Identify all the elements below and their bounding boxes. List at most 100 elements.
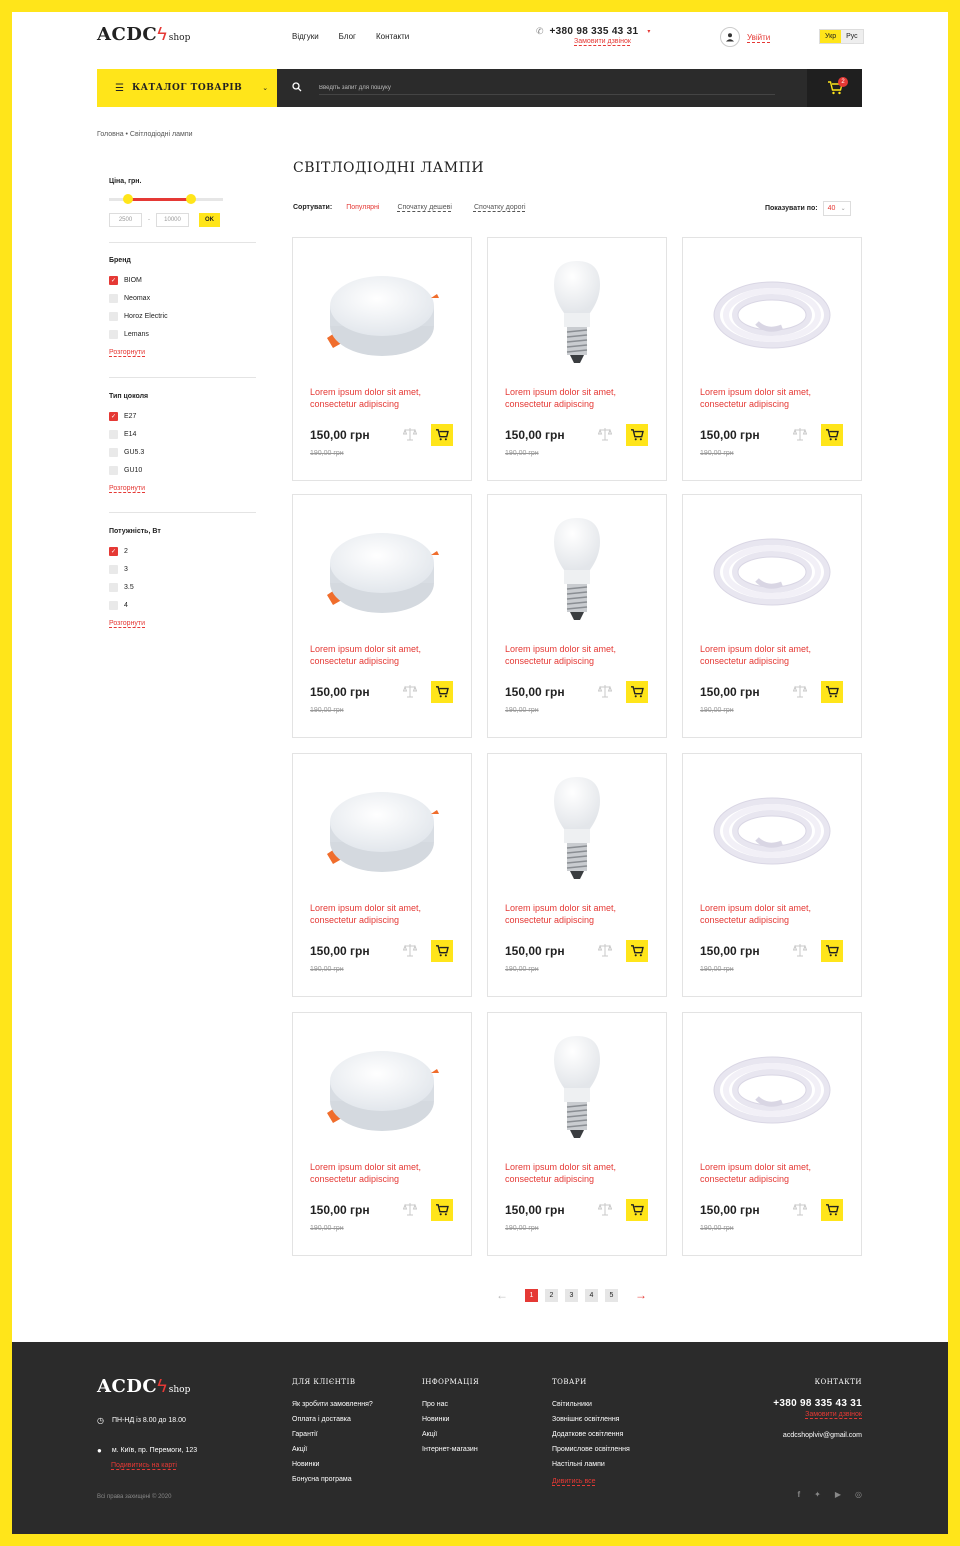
price-min-input[interactable]: 2500 [109,213,142,227]
filter-option[interactable]: GU5.3 [109,443,148,461]
filter-option[interactable]: GU10 [109,461,148,479]
footer-link[interactable]: Акції [292,1442,373,1457]
product-title[interactable]: Lorem ipsum dolor sit amet, consectetur … [310,386,460,410]
chevron-down-icon[interactable]: ▾ [647,28,650,35]
checkbox[interactable] [109,293,118,303]
search-icon[interactable] [292,79,302,97]
product-image[interactable] [683,507,861,637]
slider-handle-min[interactable] [123,194,133,204]
add-to-cart-button[interactable] [431,940,453,962]
page-1[interactable]: 1 [525,1288,538,1302]
price-ok-button[interactable]: OK [199,213,220,227]
product-card[interactable]: Lorem ipsum dolor sit amet, consectetur … [487,1012,667,1256]
product-title[interactable]: Lorem ipsum dolor sit amet, consectetur … [700,902,850,926]
product-title[interactable]: Lorem ipsum dolor sit amet, consectetur … [505,1161,655,1185]
checkbox[interactable] [109,582,118,592]
compare-icon[interactable] [792,684,808,698]
footer-link[interactable]: Про нас [422,1397,479,1412]
price-slider[interactable] [109,193,223,207]
compare-icon[interactable] [402,684,418,698]
footer-link[interactable]: Акції [422,1427,479,1442]
arrow-left-icon[interactable]: ← [496,1288,508,1302]
filter-option[interactable]: ✓ 2 [109,542,161,560]
filter-option[interactable]: 3 [109,560,161,578]
product-image[interactable] [488,1025,666,1155]
add-to-cart-button[interactable] [626,1199,648,1221]
sort-expensive-first[interactable]: Спочатку дорогі [474,204,526,211]
footer-link[interactable]: Як зробити замовлення? [292,1397,373,1412]
logo[interactable]: ACDC ϟ shop [97,24,190,45]
price-max-input[interactable]: 10000 [156,213,189,227]
product-title[interactable]: Lorem ipsum dolor sit amet, consectetur … [310,643,460,667]
add-to-cart-button[interactable] [821,940,843,962]
lang-ukr[interactable]: Укр [820,30,842,43]
breadcrumb[interactable]: Головна • Світлодіодні лампи [97,131,193,138]
compare-icon[interactable] [402,1202,418,1216]
filter-option[interactable]: Lemans [109,325,168,343]
footer-link[interactable]: Оплата і доставка [292,1412,373,1427]
slider-handle-max[interactable] [186,194,196,204]
footer-link[interactable]: Інтернет-магазин [422,1442,479,1457]
compare-icon[interactable] [597,1202,613,1216]
page-3[interactable]: 3 [565,1288,578,1302]
product-title[interactable]: Lorem ipsum dolor sit amet, consectetur … [505,643,655,667]
product-image[interactable] [293,507,471,637]
catalog-button[interactable]: ☰ КАТАЛОГ ТОВАРІВ ⌄ [97,69,277,107]
expand-link[interactable]: Розгорнути [109,485,148,492]
facebook-icon[interactable]: f [797,1490,800,1499]
page-4[interactable]: 4 [585,1288,598,1302]
footer-logo[interactable]: ACDC ϟ shop [97,1376,190,1397]
add-to-cart-button[interactable] [431,1199,453,1221]
checkbox[interactable] [109,429,118,439]
checkbox-checked-icon[interactable]: ✓ [109,275,118,285]
map-link[interactable]: Подивитись на карті [111,1462,177,1469]
compare-icon[interactable] [792,427,808,441]
add-to-cart-button[interactable] [626,681,648,703]
checkbox[interactable] [109,447,118,457]
sort-cheap-first[interactable]: Спочатку дешеві [397,204,452,211]
add-to-cart-button[interactable] [626,940,648,962]
arrow-right-icon[interactable]: → [635,1288,647,1302]
compare-icon[interactable] [402,427,418,441]
product-image[interactable] [293,250,471,380]
product-title[interactable]: Lorem ipsum dolor sit amet, consectetur … [505,386,655,410]
product-card[interactable]: Lorem ipsum dolor sit amet, consectetur … [682,753,862,997]
filter-option[interactable]: ✓ BIOM [109,271,168,289]
product-image[interactable] [293,766,471,896]
nav-blog[interactable]: Блог [339,32,356,41]
compare-icon[interactable] [597,427,613,441]
product-image[interactable] [683,250,861,380]
nav-contacts[interactable]: Контакти [376,32,409,41]
product-card[interactable]: Lorem ipsum dolor sit amet, consectetur … [292,753,472,997]
compare-icon[interactable] [597,943,613,957]
product-title[interactable]: Lorem ipsum dolor sit amet, consectetur … [310,1161,460,1185]
add-to-cart-button[interactable] [431,424,453,446]
compare-icon[interactable] [792,1202,808,1216]
product-title[interactable]: Lorem ipsum dolor sit amet, consectetur … [310,902,460,926]
product-card[interactable]: Lorem ipsum dolor sit amet, consectetur … [487,753,667,997]
login-link[interactable]: Увійти [747,33,770,42]
product-image[interactable] [293,1025,471,1155]
footer-link[interactable]: Новинки [422,1412,479,1427]
youtube-icon[interactable]: ▶ [835,1490,841,1499]
add-to-cart-button[interactable] [821,1199,843,1221]
product-card[interactable]: Lorem ipsum dolor sit amet, consectetur … [682,237,862,481]
product-card[interactable]: Lorem ipsum dolor sit amet, consectetur … [487,237,667,481]
product-image[interactable] [488,250,666,380]
product-image[interactable] [488,507,666,637]
filter-option[interactable]: Neomax [109,289,168,307]
footer-link[interactable]: Світильники [552,1397,630,1412]
product-card[interactable]: Lorem ipsum dolor sit amet, consectetur … [292,1012,472,1256]
product-title[interactable]: Lorem ipsum dolor sit amet, consectetur … [700,386,850,410]
callback-link[interactable]: Замовити дзвінок [574,38,650,45]
product-card[interactable]: Lorem ipsum dolor sit amet, consectetur … [682,1012,862,1256]
footer-callback-link[interactable]: Замовити дзвінок [773,1411,862,1418]
lang-rus[interactable]: Рус [841,30,863,43]
product-image[interactable] [488,766,666,896]
footer-phone[interactable]: +380 98 335 43 31 [773,1398,862,1409]
footer-link[interactable]: Зовнішнє освітлення [552,1412,630,1427]
product-image[interactable] [683,1025,861,1155]
add-to-cart-button[interactable] [821,681,843,703]
add-to-cart-button[interactable] [431,681,453,703]
compare-icon[interactable] [402,943,418,957]
